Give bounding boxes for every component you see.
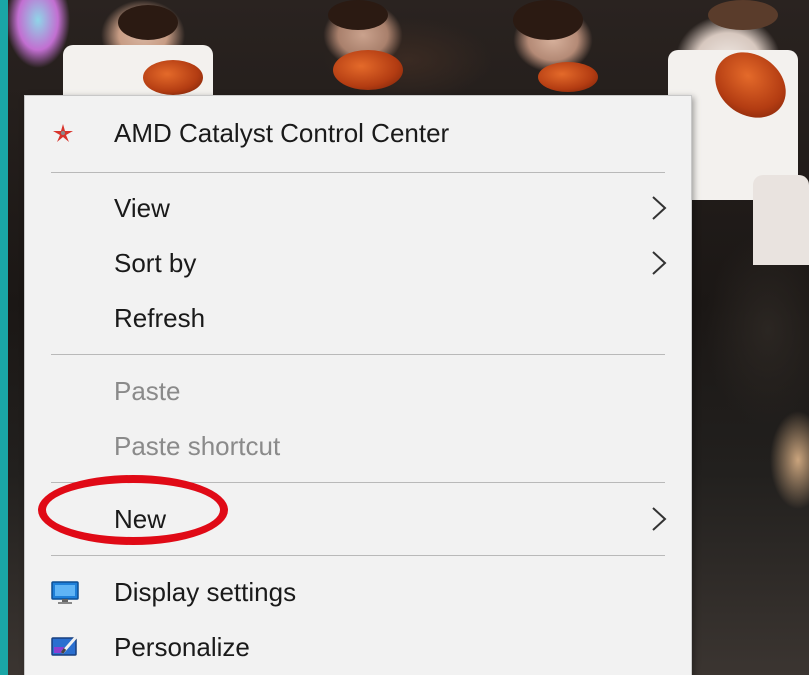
- menu-item-refresh[interactable]: Refresh: [25, 291, 691, 345]
- menu-item-label: AMD Catalyst Control Center: [114, 117, 450, 148]
- menu-separator: [51, 172, 665, 173]
- menu-item-label: Paste shortcut: [114, 430, 281, 461]
- menu-item-label: Refresh: [114, 302, 206, 333]
- wallpaper-violin: [333, 50, 403, 90]
- menu-item-label: New: [114, 503, 167, 534]
- menu-item-paste[interactable]: Paste: [25, 364, 691, 418]
- desktop-screen: AMD Catalyst Control Center View Sort by…: [0, 0, 809, 675]
- wallpaper-figure: [708, 0, 778, 30]
- desktop-context-menu: AMD Catalyst Control Center View Sort by…: [24, 95, 692, 675]
- chevron-right-icon: [652, 196, 667, 220]
- menu-separator: [51, 555, 665, 556]
- menu-item-new[interactable]: New: [25, 492, 691, 546]
- chevron-right-icon: [652, 251, 667, 275]
- menu-item-label: Sort by: [114, 247, 197, 278]
- menu-item-label: Paste: [114, 375, 181, 406]
- menu-item-display-settings[interactable]: Display settings: [25, 565, 691, 619]
- menu-separator: [51, 354, 665, 355]
- amd-catalyst-icon: [51, 122, 75, 149]
- menu-item-personalize[interactable]: Personalize: [25, 620, 691, 674]
- menu-item-label: View: [114, 192, 170, 223]
- wallpaper-violin: [143, 60, 203, 95]
- menu-separator: [51, 482, 665, 483]
- menu-item-amd-catalyst[interactable]: AMD Catalyst Control Center: [25, 106, 691, 160]
- wallpaper-figure: [753, 175, 809, 265]
- display-settings-icon: [51, 579, 79, 610]
- menu-item-view[interactable]: View: [25, 181, 691, 235]
- wallpaper-figure: [118, 5, 178, 40]
- menu-item-label: Personalize: [114, 631, 250, 662]
- wallpaper-figure: [328, 0, 388, 30]
- menu-item-label: Display settings: [114, 576, 297, 607]
- personalize-icon: [51, 634, 79, 665]
- wallpaper-violin: [538, 62, 598, 92]
- menu-item-sort-by[interactable]: Sort by: [25, 236, 691, 290]
- wallpaper-figure: [513, 0, 583, 40]
- chevron-right-icon: [652, 507, 667, 531]
- menu-item-paste-shortcut[interactable]: Paste shortcut: [25, 419, 691, 473]
